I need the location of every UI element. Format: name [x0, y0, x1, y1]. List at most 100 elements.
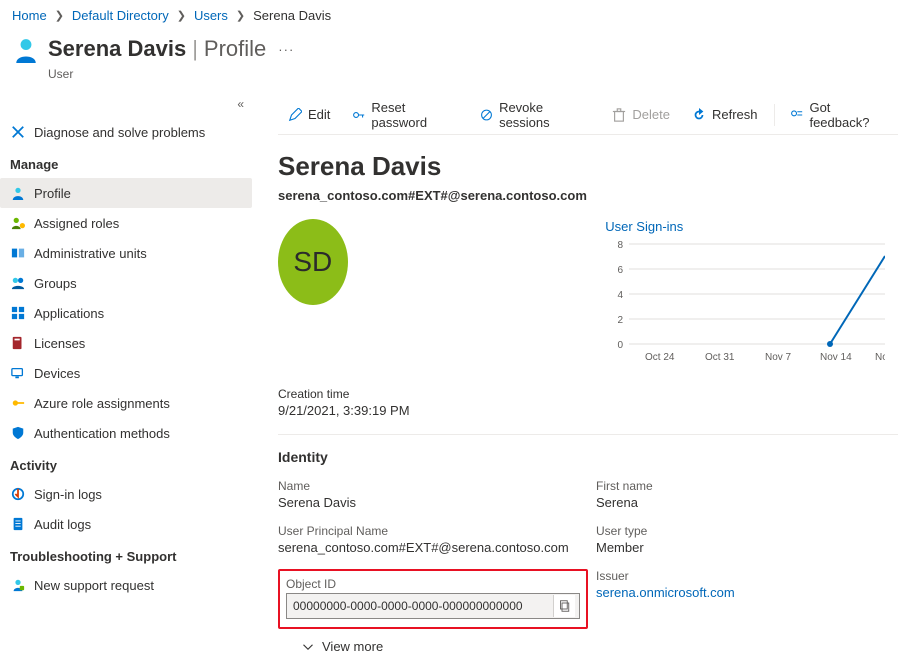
- button-label: Delete: [632, 107, 670, 122]
- sidebar-item-audit-logs[interactable]: Audit logs: [0, 509, 252, 539]
- sidebar-item-label: Assigned roles: [34, 216, 119, 231]
- svg-text:Nov: Nov: [875, 352, 885, 363]
- sidebar-item-licenses[interactable]: Licenses: [0, 328, 252, 358]
- apps-icon: [10, 305, 26, 321]
- sidebar-item-authentication-methods[interactable]: Authentication methods: [0, 418, 252, 448]
- breadcrumb-home[interactable]: Home: [12, 8, 47, 23]
- reset-password-button[interactable]: Reset password: [342, 95, 468, 134]
- chevron-down-icon: [302, 641, 314, 653]
- sidebar-item-label: Applications: [34, 306, 104, 321]
- more-icon[interactable]: ···: [278, 42, 294, 57]
- feedback-button[interactable]: Got feedback?: [780, 95, 898, 134]
- section-divider: [278, 434, 898, 435]
- roles-icon: [10, 215, 26, 231]
- chevron-right-icon: ❯: [55, 9, 64, 22]
- sidebar-item-signin-logs[interactable]: Sign-in logs: [0, 479, 252, 509]
- field-label: Name: [278, 479, 588, 493]
- sidebar-item-label: Licenses: [34, 336, 85, 351]
- sidebar-item-label: Groups: [34, 276, 77, 291]
- issuer-link[interactable]: serena.onmicrosoft.com: [596, 585, 735, 600]
- chevron-right-icon: ❯: [177, 9, 186, 22]
- sidebar-item-admin-units[interactable]: Administrative units: [0, 238, 252, 268]
- sidebar-item-diagnose[interactable]: Diagnose and solve problems: [0, 117, 252, 147]
- button-label: Revoke sessions: [499, 100, 590, 130]
- button-label: Reset password: [371, 100, 458, 130]
- sidebar-group-manage: Manage: [0, 147, 252, 178]
- field-issuer: Issuerserena.onmicrosoft.com: [596, 569, 886, 629]
- view-more-label: View more: [322, 639, 383, 654]
- licenses-icon: [10, 335, 26, 351]
- field-user-type: User type Member: [596, 524, 886, 555]
- signins-chart[interactable]: User Sign-ins 8 6 4 2 0 Oct 2: [605, 219, 898, 367]
- groups-icon: [10, 275, 26, 291]
- object-id-input: 00000000-0000-0000-0000-000000000000: [286, 593, 580, 619]
- sidebar-item-label: Sign-in logs: [34, 487, 102, 502]
- field-upn: User Principal Name serena_contoso.com#EX…: [278, 524, 588, 555]
- page-title: Serena Davis: [48, 36, 186, 62]
- sidebar-item-label: Azure role assignments: [34, 396, 170, 411]
- breadcrumb-current: Serena Davis: [253, 8, 331, 23]
- sidebar-item-new-support-request[interactable]: New support request: [0, 570, 252, 600]
- delete-button: Delete: [602, 95, 680, 134]
- sidebar-item-azure-role-assignments[interactable]: Azure role assignments: [0, 388, 252, 418]
- sidebar-item-profile[interactable]: Profile: [0, 178, 252, 208]
- toolbar: Edit Reset password Revoke sessions Dele…: [278, 95, 898, 135]
- view-more-button[interactable]: View more: [278, 639, 898, 654]
- field-label: First name: [596, 479, 886, 493]
- support-icon: [10, 577, 26, 593]
- title-divider: |: [192, 36, 198, 62]
- admin-units-icon: [10, 245, 26, 261]
- user-role-label: User: [0, 67, 898, 81]
- collapse-sidebar-button[interactable]: «: [237, 97, 244, 111]
- field-value: Serena: [596, 495, 886, 510]
- identity-title: Identity: [278, 449, 898, 465]
- user-icon: [12, 35, 40, 63]
- button-label: Edit: [308, 107, 330, 122]
- avatar: SD: [278, 219, 348, 305]
- chevron-right-icon: ❯: [236, 9, 245, 22]
- sidebar-item-groups[interactable]: Groups: [0, 268, 252, 298]
- sidebar-item-assigned-roles[interactable]: Assigned roles: [0, 208, 252, 238]
- edit-button[interactable]: Edit: [278, 95, 340, 134]
- sidebar-group-troubleshooting: Troubleshooting + Support: [0, 539, 252, 570]
- sidebar-item-label: Audit logs: [34, 517, 91, 532]
- sidebar-item-devices[interactable]: Devices: [0, 358, 252, 388]
- field-value: serena_contoso.com#EXT#@serena.contoso.c…: [278, 540, 588, 555]
- diagnose-icon: [10, 124, 26, 140]
- chart-title-link[interactable]: User Sign-ins: [605, 219, 683, 234]
- svg-text:Oct 24: Oct 24: [645, 352, 675, 363]
- field-value: Serena Davis: [278, 495, 588, 510]
- field-label: User type: [596, 524, 886, 538]
- field-label: User Principal Name: [278, 524, 588, 538]
- key-icon: [10, 395, 26, 411]
- shield-icon: [10, 425, 26, 441]
- sidebar-item-label: Profile: [34, 186, 71, 201]
- profile-upn-line: serena_contoso.com#EXT#@serena.contoso.c…: [278, 188, 898, 203]
- svg-text:Nov 14: Nov 14: [820, 352, 852, 363]
- svg-text:Oct 31: Oct 31: [705, 352, 735, 363]
- breadcrumb-users[interactable]: Users: [194, 8, 228, 23]
- breadcrumb: Home ❯ Default Directory ❯ Users ❯ Serena D…: [0, 0, 898, 31]
- sidebar-item-label: Administrative units: [34, 246, 147, 261]
- profile-name: Serena Davis: [278, 151, 898, 182]
- breadcrumb-directory[interactable]: Default Directory: [72, 8, 169, 23]
- sidebar-group-activity: Activity: [0, 448, 252, 479]
- revoke-sessions-button[interactable]: Revoke sessions: [470, 95, 600, 134]
- button-label: Got feedback?: [809, 100, 888, 130]
- creation-time-label: Creation time: [278, 387, 898, 401]
- svg-text:4: 4: [618, 290, 624, 301]
- sidebar-item-applications[interactable]: Applications: [0, 298, 252, 328]
- field-first-name: First name Serena: [596, 479, 886, 510]
- object-id-value: 00000000-0000-0000-0000-000000000000: [293, 599, 553, 613]
- page-header: Serena Davis | Profile ···: [0, 31, 898, 71]
- creation-time-value: 9/21/2021, 3:39:19 PM: [278, 403, 898, 418]
- field-value: Member: [596, 540, 886, 555]
- refresh-button[interactable]: Refresh: [682, 95, 768, 134]
- copy-button[interactable]: [553, 595, 575, 617]
- section-title: Profile: [204, 36, 266, 62]
- sidebar-item-label: Diagnose and solve problems: [34, 125, 205, 140]
- field-label: Object ID: [286, 577, 580, 591]
- audit-icon: [10, 516, 26, 532]
- field-object-id: Object ID 00000000-0000-0000-0000-000000…: [278, 569, 588, 629]
- toolbar-separator: [774, 104, 775, 126]
